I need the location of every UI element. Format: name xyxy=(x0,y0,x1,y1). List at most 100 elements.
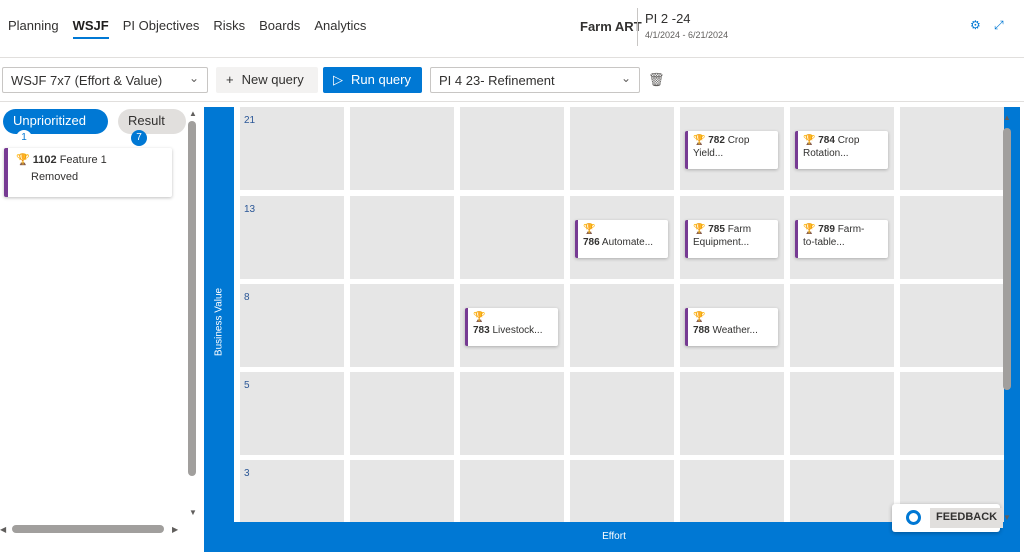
unprioritized-tab[interactable]: Unprioritized 1 xyxy=(3,109,108,146)
scroll-left-icon[interactable]: ◀ xyxy=(0,525,6,534)
gear-icon[interactable]: ⚙ xyxy=(970,18,981,32)
matrix-cell[interactable] xyxy=(240,460,344,522)
matrix-cell[interactable] xyxy=(240,107,344,190)
wsjf-type-value: WSJF 7x7 (Effort & Value) xyxy=(11,73,163,88)
card-title-line2: Equipment... xyxy=(693,237,750,248)
tab-risks[interactable]: Risks xyxy=(213,18,245,33)
matrix-cell[interactable] xyxy=(350,372,454,455)
matrix-cell[interactable] xyxy=(790,460,894,522)
matrix-cell[interactable] xyxy=(350,284,454,367)
matrix-cell[interactable] xyxy=(900,372,1004,455)
art-name: Farm ART xyxy=(580,19,642,34)
new-query-button[interactable]: + New query xyxy=(216,67,318,93)
card-title: Weather... xyxy=(712,325,758,336)
matrix-cell[interactable] xyxy=(460,372,564,455)
pi-name: PI 2 -24 xyxy=(645,11,691,26)
matrix-cell[interactable] xyxy=(680,372,784,455)
matrix-cell[interactable] xyxy=(680,460,784,522)
matrix-cell[interactable] xyxy=(350,107,454,190)
play-icon: ▷ xyxy=(333,72,343,87)
feature-card[interactable]: 🏆 786 Automate... xyxy=(575,220,668,258)
query-dropdown[interactable]: PI 4 23- Refinement ⌄ xyxy=(430,67,640,93)
matrix-cell[interactable] xyxy=(460,196,564,279)
scroll-right-icon[interactable]: ▶ xyxy=(172,525,178,534)
matrix-vscroll[interactable] xyxy=(1003,128,1011,390)
result-tab[interactable]: Result 7 xyxy=(118,109,186,146)
expand-icon[interactable]: ⤢ xyxy=(994,18,1004,33)
header-divider xyxy=(637,8,638,46)
matrix-cell[interactable] xyxy=(570,460,674,522)
scroll-down-icon[interactable]: ▼ xyxy=(1003,513,1011,522)
chevron-down-icon: ⌄ xyxy=(188,71,199,85)
matrix-cell[interactable] xyxy=(570,107,674,190)
card-title-line2: Rotation... xyxy=(803,148,849,159)
matrix-cell[interactable] xyxy=(460,107,564,190)
wsjf-matrix: Business Value 21 13 8 5 3 🏆 782 Crop Yield...… xyxy=(204,107,1020,552)
unprioritized-count: 1 xyxy=(16,130,32,146)
card-title: Farm- xyxy=(837,224,865,235)
matrix-cell[interactable] xyxy=(350,460,454,522)
trophy-icon: 🏆 xyxy=(693,224,706,235)
matrix-cell[interactable] xyxy=(790,372,894,455)
card-id: 785 xyxy=(708,224,725,235)
trophy-icon: 🏆 xyxy=(693,135,706,146)
y-axis: Business Value xyxy=(204,107,234,522)
scroll-up-icon[interactable]: ▲ xyxy=(1003,113,1011,122)
row-value-label: 3 xyxy=(244,468,250,479)
feature-card[interactable]: 🏆 785 Farm Equipment... xyxy=(685,220,778,258)
matrix-cell[interactable] xyxy=(240,196,344,279)
run-query-label: Run query xyxy=(351,72,411,87)
trash-icon[interactable]: 🗑 xyxy=(648,72,665,88)
matrix-cell[interactable] xyxy=(900,107,1004,190)
card-status: Removed xyxy=(31,171,79,183)
feature-card[interactable]: 🏆 789 Farm-to-table... xyxy=(795,220,888,258)
result-count: 7 xyxy=(131,130,147,146)
matrix-cell[interactable] xyxy=(900,284,1004,367)
matrix-grid: 21 13 8 5 3 🏆 782 Crop Yield... 🏆 784 Crop Rotat… xyxy=(234,107,1004,522)
matrix-cell[interactable] xyxy=(240,284,344,367)
card-id: 1102 xyxy=(32,154,57,166)
wsjf-type-dropdown[interactable]: WSJF 7x7 (Effort & Value) ⌄ xyxy=(2,67,208,93)
feature-card[interactable]: 🏆 784 Crop Rotation... xyxy=(795,131,888,169)
matrix-cell[interactable] xyxy=(570,372,674,455)
card-title: Livestock... xyxy=(492,325,543,336)
card-id: 784 xyxy=(818,135,835,146)
trophy-icon: 🏆 xyxy=(16,154,30,166)
plus-icon: + xyxy=(226,72,234,87)
matrix-cell[interactable] xyxy=(570,284,674,367)
tab-wsjf[interactable]: WSJF xyxy=(72,18,109,39)
tab-boards[interactable]: Boards xyxy=(259,18,300,33)
trophy-icon: 🏆 xyxy=(693,312,706,323)
backlog-card[interactable]: 🏆 1102 Feature 1 Removed xyxy=(4,148,172,197)
matrix-cell[interactable] xyxy=(900,196,1004,279)
card-title-line2: Yield... xyxy=(693,148,724,159)
card-title: Automate... xyxy=(601,237,654,248)
row-value-label: 13 xyxy=(244,204,256,215)
pi-dates: 4/1/2024 - 6/21/2024 xyxy=(645,30,729,40)
card-id: 783 xyxy=(473,325,490,336)
feature-card[interactable]: 🏆 788 Weather... xyxy=(685,308,778,346)
feedback-label: FEEDBACK xyxy=(930,508,1004,528)
backlog-vscroll[interactable] xyxy=(188,121,196,476)
trophy-icon: 🏆 xyxy=(473,312,486,323)
card-id: 789 xyxy=(818,224,835,235)
feedback-button[interactable]: FEEDBACK xyxy=(892,504,1004,532)
scroll-down-icon[interactable]: ▼ xyxy=(189,508,197,517)
card-id: 786 xyxy=(583,237,600,248)
card-id: 788 xyxy=(693,325,710,336)
matrix-cell[interactable] xyxy=(240,372,344,455)
feature-card[interactable]: 🏆 783 Livestock... xyxy=(465,308,558,346)
tab-pi-objectives[interactable]: PI Objectives xyxy=(123,18,200,33)
backlog-hscroll[interactable] xyxy=(12,525,164,533)
row-value-label: 5 xyxy=(244,380,250,391)
matrix-cell[interactable] xyxy=(790,284,894,367)
trophy-icon: 🏆 xyxy=(803,135,816,146)
run-query-button[interactable]: ▷ Run query xyxy=(323,67,422,93)
feature-card[interactable]: 🏆 782 Crop Yield... xyxy=(685,131,778,169)
new-query-label: New query xyxy=(241,72,304,87)
tab-planning[interactable]: Planning xyxy=(8,18,59,33)
matrix-cell[interactable] xyxy=(460,460,564,522)
matrix-cell[interactable] xyxy=(350,196,454,279)
scroll-up-icon[interactable]: ▲ xyxy=(189,109,197,118)
tab-analytics[interactable]: Analytics xyxy=(314,18,366,33)
